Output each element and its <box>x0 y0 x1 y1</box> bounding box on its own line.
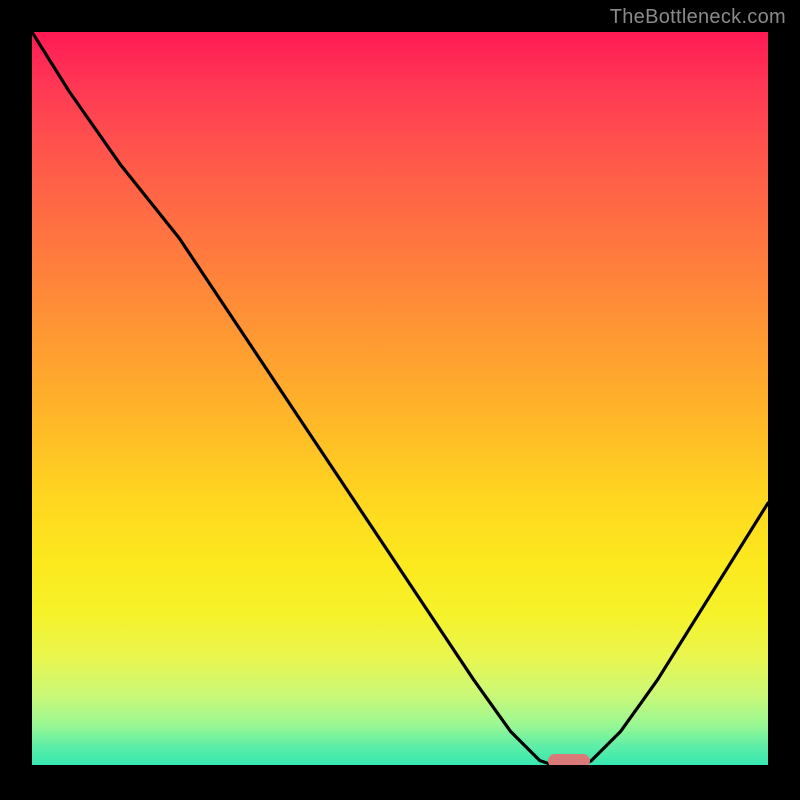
watermark-label: TheBottleneck.com <box>610 6 786 29</box>
bottleneck-curve <box>32 32 768 768</box>
chart-baseline <box>32 765 768 768</box>
chart-frame: TheBottleneck.com <box>0 0 800 800</box>
